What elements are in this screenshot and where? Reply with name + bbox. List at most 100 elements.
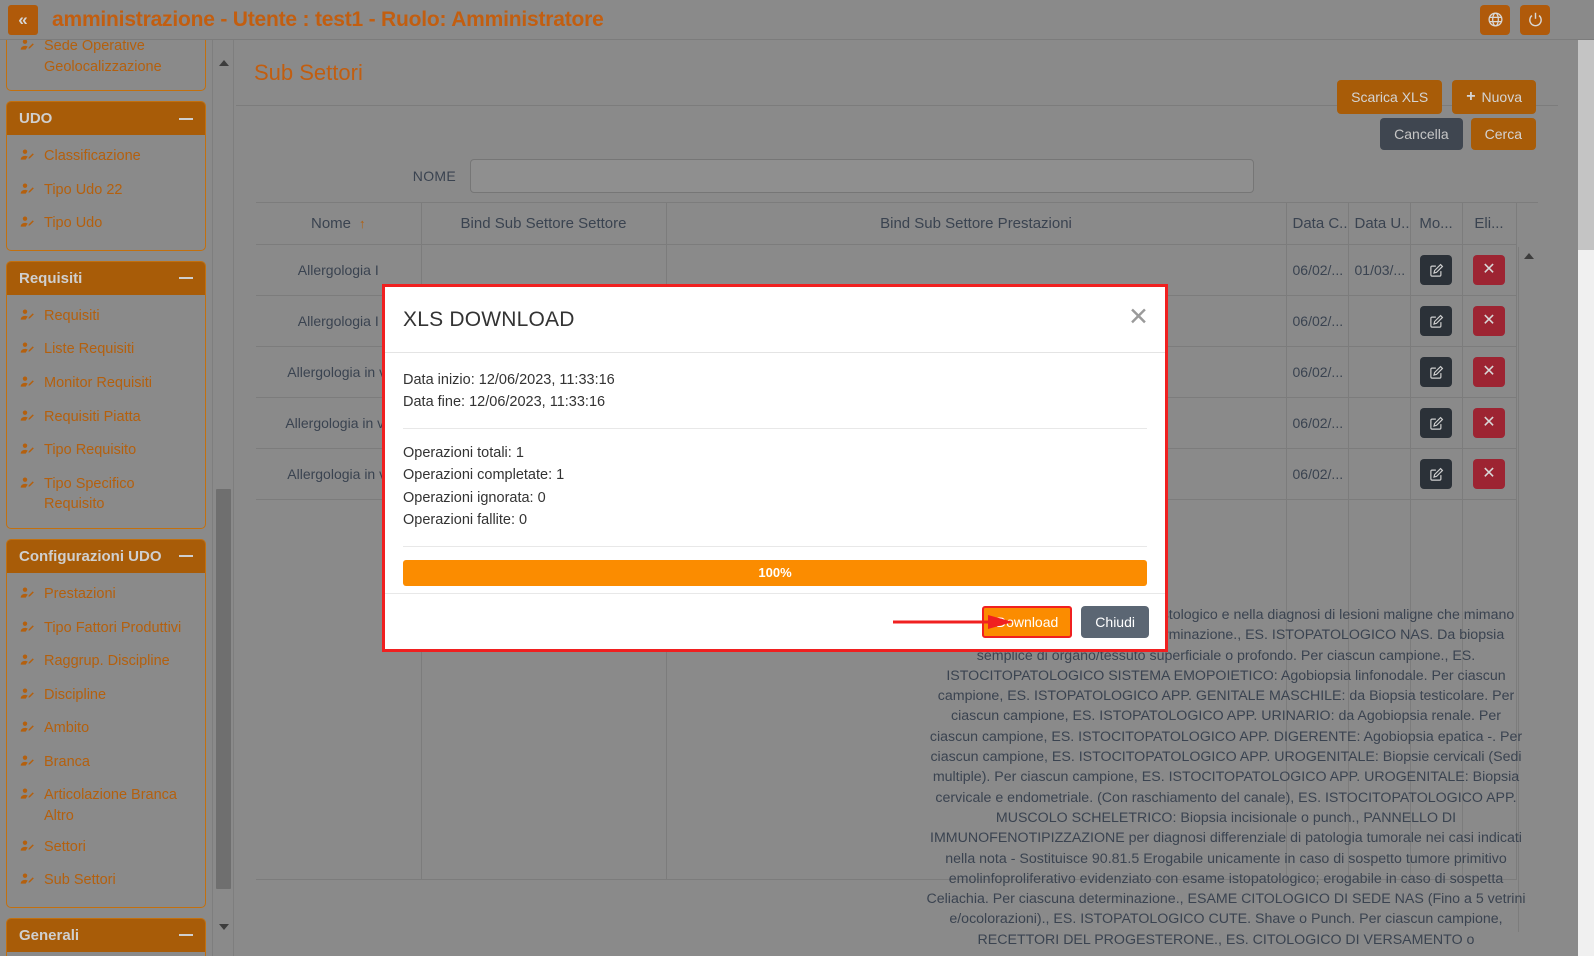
sidebar-item-raggrup-discipline[interactable]: Raggrup. Discipline [7,646,205,680]
user-edit-icon [19,340,35,363]
column-header-data-u[interactable]: Data U... [1348,203,1411,245]
edit-row-button[interactable] [1420,357,1452,387]
sidebar-group-generali: Generali Direzioni [6,917,206,956]
plus-icon: + [1466,88,1476,105]
sidebar-item-monitor-requisiti[interactable]: Monitor Requisiti [7,368,205,402]
delete-row-button[interactable]: ✕ [1473,306,1505,336]
sidebar-group-header-requisiti[interactable]: Requisiti [7,261,205,295]
column-header-nome[interactable]: Nome ↑ [256,203,422,245]
cell-data-u [1348,295,1411,347]
sidebar-item-label: Branca [44,753,90,770]
sidebar-item-tipo-udo-22[interactable]: Tipo Udo 22 [7,175,205,209]
column-header-data-c[interactable]: Data C... [1286,203,1349,245]
page-scrollbar-track[interactable] [1578,40,1594,956]
modal-close-chiudi-button[interactable]: Chiudi [1081,605,1149,638]
sidebar-item-settori[interactable]: Settori [7,832,205,866]
sidebar-item-label: Settori [44,838,86,855]
sidebar-item-ambito[interactable]: Ambito [7,713,205,747]
sidebar-item-tipo-udo[interactable]: Tipo Udo [7,208,205,242]
sidebar-item-label: Tipo Specifico Requisito [44,475,135,513]
sidebar-item-label: Requisiti Piatta [44,408,141,425]
logout-power-button[interactable] [1520,4,1550,35]
user-edit-icon [19,374,35,397]
sidebar-item-liste-requisiti[interactable]: Liste Requisiti [7,334,205,368]
sidebar-item-label: Tipo Fattori Produttivi [44,619,182,636]
sidebar-collapse-button[interactable]: « [8,4,38,35]
annotation-arrow [893,614,1015,630]
filter-section: Cancella Cerca NOME [236,106,1558,202]
scroll-up-arrow-icon[interactable] [217,56,231,70]
edit-square-icon [1429,263,1443,277]
edit-row-button[interactable] [1420,408,1452,438]
sidebar-item-sede-operative-geolocalizzazione[interactable]: Sede Operative Geolocalizzazione [7,34,205,82]
sidebar-item-tipo-fattori-produttivi[interactable]: Tipo Fattori Produttivi [7,613,205,647]
sidebar-item-classificazione[interactable]: Classificazione [7,141,205,175]
minus-icon[interactable] [179,277,193,280]
sidebar-item-label: Discipline [44,686,107,703]
xls-download-modal: XLS DOWNLOAD ✕ Data inizio: 12/06/2023, … [382,284,1168,652]
sidebar-item-tipo-specifico-requisito[interactable]: Tipo Specifico Requisito [7,469,205,520]
filter-actions: Cancella Cerca [1380,118,1536,150]
sidebar-item-sub-settori[interactable]: Sub Settori [7,865,205,899]
application-root: « amministrazione - Utente : test1 - Ruo… [0,0,1594,956]
sidebar-item-label: Liste Requisiti [44,341,135,358]
sidebar-group-header-generali[interactable]: Generali [7,918,205,952]
sidebar-item-label: Articolazione Branca Altro [44,787,177,824]
delete-row-button[interactable]: ✕ [1473,357,1505,387]
edit-row-button[interactable] [1420,459,1452,489]
scroll-down-arrow-icon[interactable] [217,920,231,934]
sidebar-item-label: Requisiti [44,307,100,324]
sort-asc-icon[interactable]: ↑ [359,216,366,231]
sidebar-item-requisiti[interactable]: Requisiti [7,301,205,335]
red-arrow-icon [893,615,1013,629]
sidebar-item-discipline[interactable]: Discipline [7,680,205,714]
page-scrollbar-thumb[interactable] [1578,40,1594,250]
minus-icon[interactable] [179,117,193,120]
column-header-elimina[interactable]: Eli... [1462,203,1517,245]
sidebar-item-prestazioni[interactable]: Prestazioni [7,579,205,613]
column-header-bind-sub-settore-prestazioni[interactable]: Bind Sub Settore Prestazioni [666,203,1287,245]
edit-row-button[interactable] [1420,306,1452,336]
power-icon [1528,12,1542,27]
modal-body: Data inizio: 12/06/2023, 11:33:16 Data f… [385,353,1165,586]
cell-elimina: ✕ [1462,397,1517,449]
sidebar-scrollbar-thumb[interactable] [216,489,231,889]
modal-close-button[interactable]: ✕ [1128,305,1149,330]
user-edit-icon [19,408,35,431]
user-edit-icon [19,753,35,776]
edit-square-icon [1429,365,1443,379]
column-header-modifica[interactable]: Mo... [1410,203,1463,245]
cell-data-c: 06/02/... [1286,244,1349,296]
cell-elimina: ✕ [1462,346,1517,398]
sidebar-item-tipo-requisito[interactable]: Tipo Requisito [7,435,205,469]
column-header-bind-sub-settore-settore[interactable]: Bind Sub Settore Settore [421,203,667,245]
language-globe-button[interactable] [1480,4,1510,35]
sidebar-group-title: Configurazioni UDO [19,547,162,565]
cell-modifica [1410,295,1463,347]
delete-row-button[interactable]: ✕ [1473,255,1505,285]
sidebar-group-header-udo[interactable]: UDO [7,102,205,136]
modal-footer: Download Chiudi [385,593,1165,649]
minus-icon[interactable] [179,934,193,937]
user-edit-icon [19,786,35,809]
search-button[interactable]: Cerca [1470,118,1536,150]
minus-icon[interactable] [179,555,193,558]
clear-filter-button[interactable]: Cancella [1380,118,1463,150]
sidebar-item-branca[interactable]: Branca [7,747,205,781]
modal-title: XLS DOWNLOAD [403,307,575,331]
sidebar-item-requisiti-piatta[interactable]: Requisiti Piatta [7,402,205,436]
modal-data-inizio: Data inizio: 12/06/2023, 11:33:16 [403,372,615,388]
sidebar-scrollbar[interactable] [212,34,234,956]
sidebar-item-articolazione-branca-altro[interactable]: Articolazione Branca Altro [7,780,205,831]
filter-field-nome: NOME [396,159,1254,193]
edit-row-button[interactable] [1420,255,1452,285]
modal-operazioni-ignorata: Operazioni ignorata: 0 [403,489,546,506]
delete-row-button[interactable]: ✕ [1473,459,1505,489]
sidebar-group-header-configurazioni-udo[interactable]: Configurazioni UDO [7,539,205,573]
user-edit-icon [19,307,35,330]
close-x-icon: ✕ [1482,465,1496,482]
modal-operazioni-totali: Operazioni totali: 1 [403,444,524,461]
filter-input-nome[interactable] [470,159,1254,193]
delete-row-button[interactable]: ✕ [1473,408,1505,438]
page-title: Sub Settori [254,59,363,85]
